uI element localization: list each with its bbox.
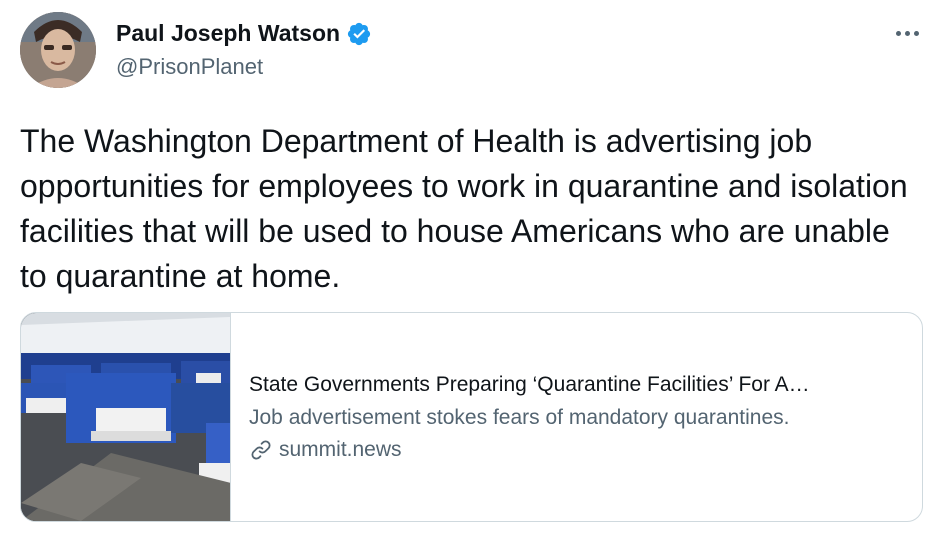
link-icon (249, 438, 273, 462)
card-domain: summit.news (279, 438, 402, 461)
dot-icon (895, 30, 901, 36)
card-description: Job advertisement stokes fears of mandat… (249, 406, 790, 429)
dot-icon (904, 30, 910, 36)
card-body: State Governments Preparing ‘Quarantine … (231, 313, 922, 521)
author-display-name[interactable]: Paul Joseph Watson (116, 20, 340, 47)
author-handle[interactable]: @PrisonPlanet (116, 54, 263, 80)
avatar[interactable] (20, 12, 96, 88)
card-domain-row: summit.news (249, 438, 922, 462)
tweet-text: The Washington Department of Health is a… (20, 123, 908, 294)
author-name-row: Paul Joseph Watson (116, 20, 372, 47)
link-preview-card[interactable]: State Governments Preparing ‘Quarantine … (20, 312, 923, 522)
verified-badge-icon (346, 21, 372, 47)
card-image (21, 313, 231, 521)
card-title: State Governments Preparing ‘Quarantine … (249, 373, 810, 396)
dot-icon (913, 30, 919, 36)
tweet: Paul Joseph Watson @PrisonPlanet The Was… (0, 0, 942, 546)
avatar-image (20, 12, 96, 88)
more-options-icon[interactable] (890, 18, 924, 48)
quarantine-facility-photo (21, 313, 230, 521)
